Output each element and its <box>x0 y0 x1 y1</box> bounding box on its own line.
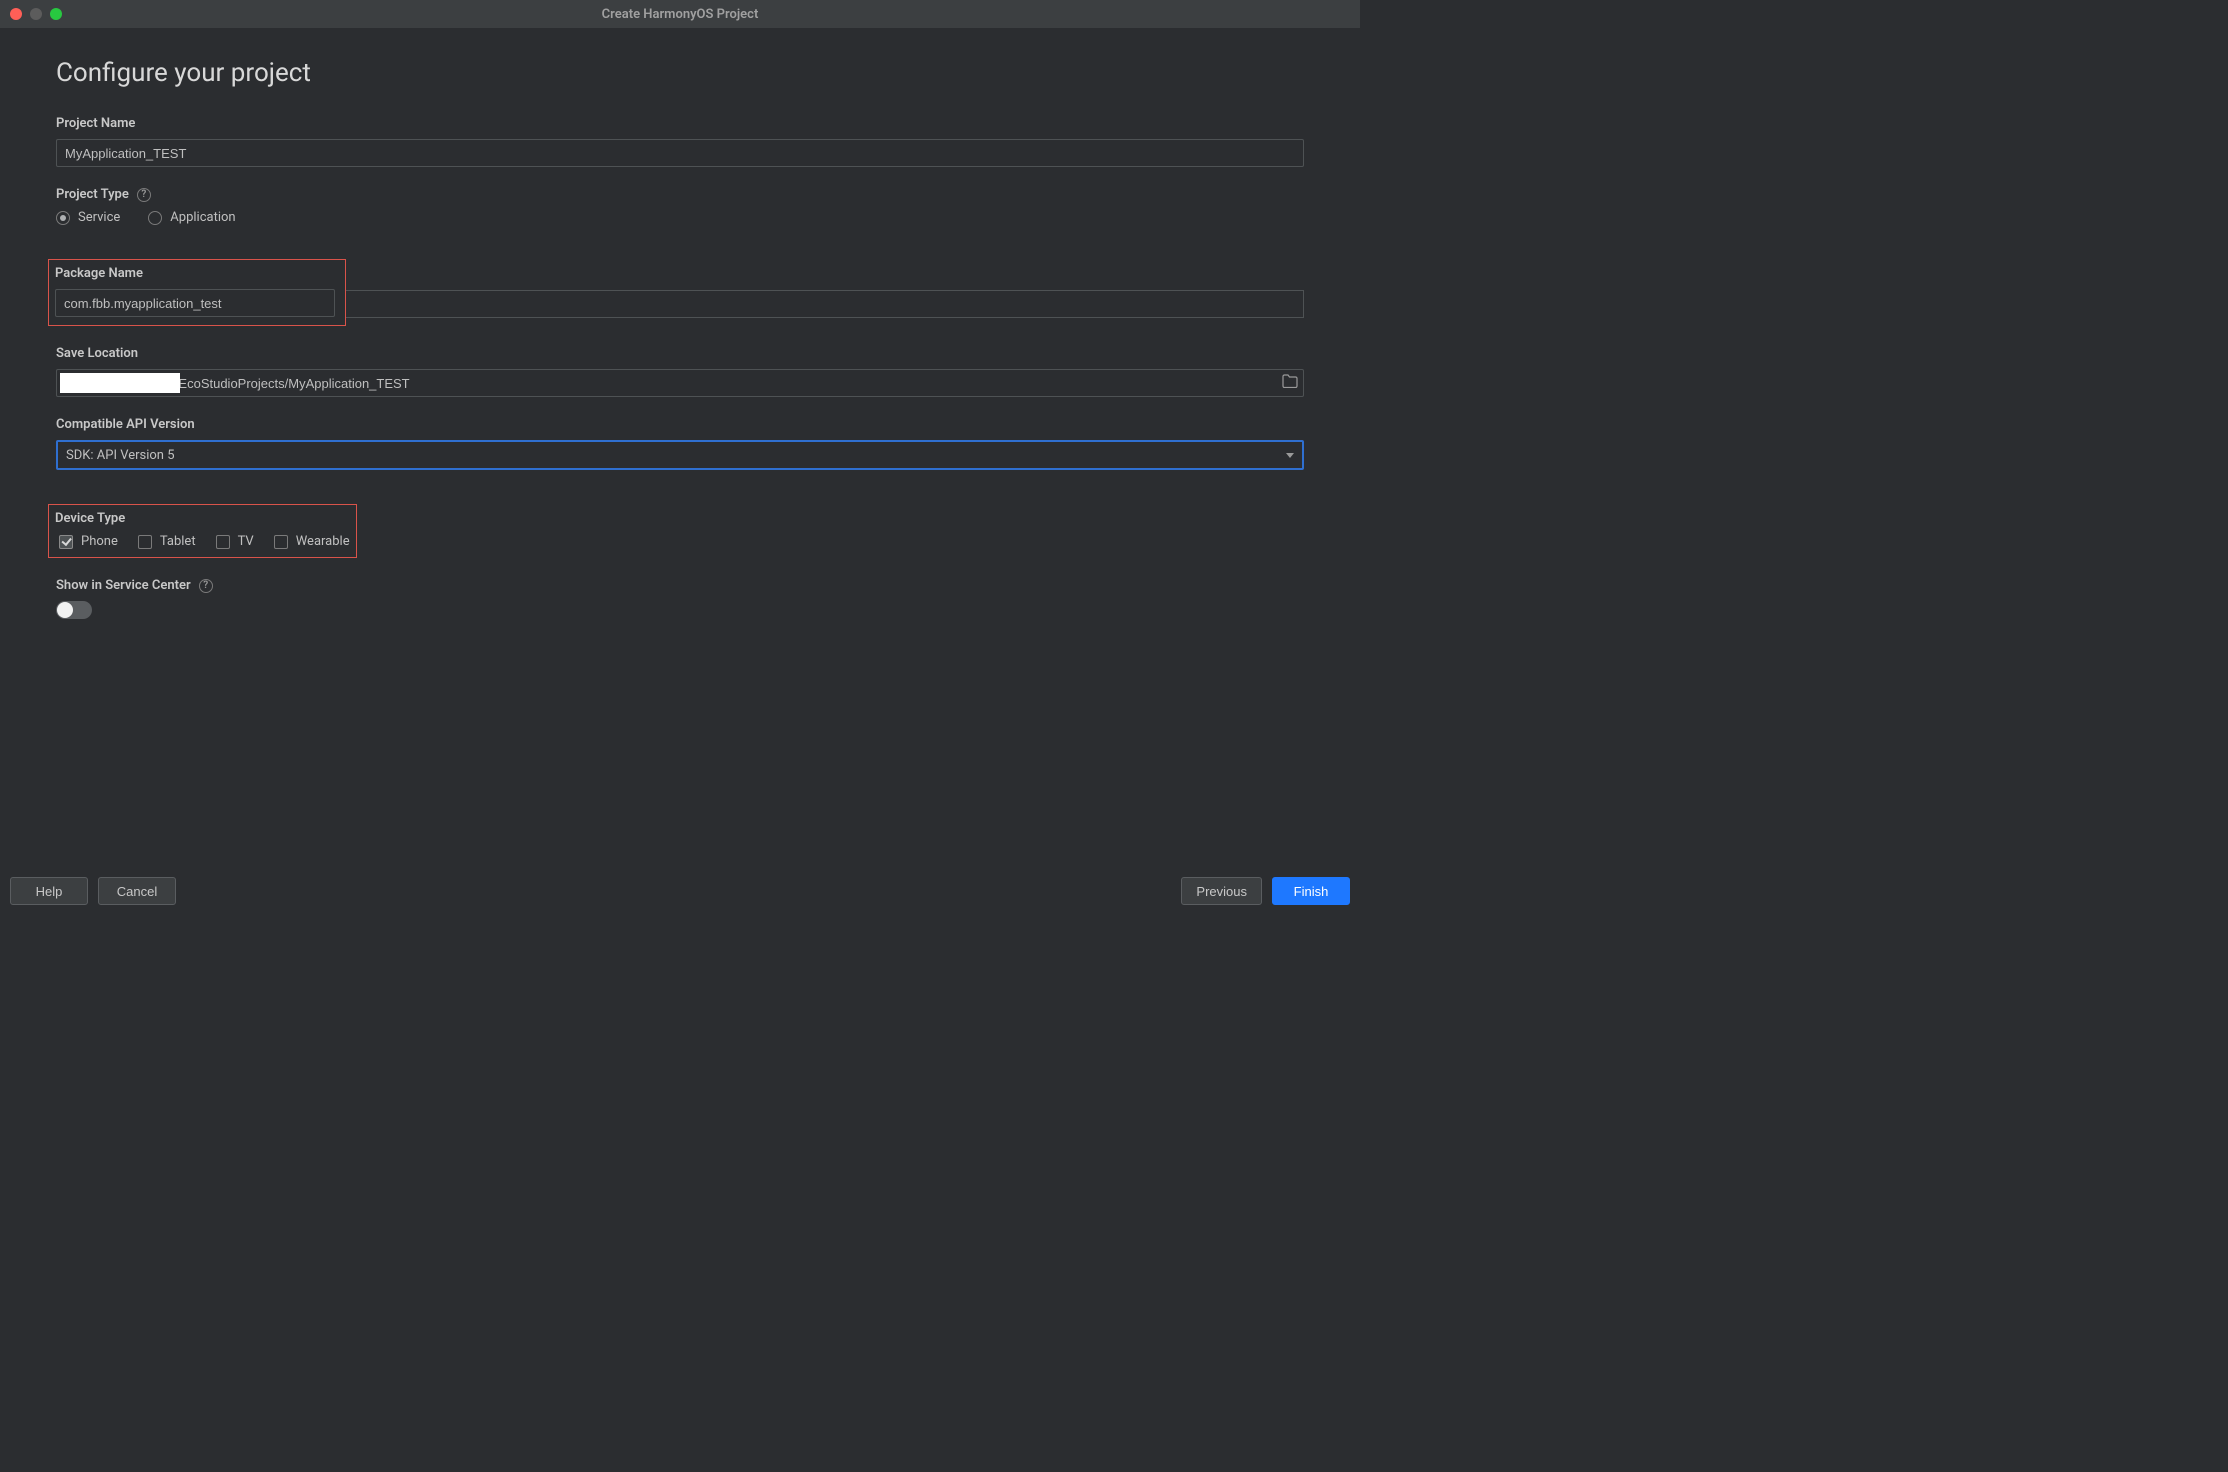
checkbox-wearable-label: Wearable <box>296 534 350 549</box>
device-type-options: Phone Tablet TV Wearable <box>55 534 350 549</box>
window-title: Create HarmonyOS Project <box>0 7 1360 22</box>
help-icon[interactable]: ? <box>199 579 213 593</box>
dialog-content: Configure your project Project Name Proj… <box>0 28 1360 872</box>
page-title: Configure your project <box>56 58 1304 88</box>
checkbox-tv-label: TV <box>238 534 254 549</box>
radio-dot-icon <box>56 211 70 225</box>
checkbox-icon <box>138 535 152 549</box>
checkbox-icon <box>274 535 288 549</box>
project-type-field: Project Type ? Service Application <box>56 187 1304 225</box>
minimize-window-button[interactable] <box>30 8 42 20</box>
radio-service[interactable]: Service <box>56 210 120 225</box>
save-location-field: Save Location <box>56 346 1304 397</box>
checkbox-tablet[interactable]: Tablet <box>138 534 196 549</box>
save-location-input-wrap <box>56 369 1304 397</box>
checkbox-phone[interactable]: Phone <box>59 534 118 549</box>
save-location-input[interactable] <box>56 369 1304 397</box>
api-version-selected: SDK: API Version 5 <box>66 448 175 463</box>
checkbox-tv[interactable]: TV <box>216 534 254 549</box>
package-name-input-trail[interactable] <box>346 290 1304 318</box>
api-version-dropdown[interactable]: SDK: API Version 5 <box>56 440 1304 470</box>
device-type-label: Device Type <box>55 511 350 526</box>
maximize-window-button[interactable] <box>50 8 62 20</box>
project-type-options: Service Application <box>56 210 1304 225</box>
finish-button[interactable]: Finish <box>1272 877 1350 905</box>
api-version-field: Compatible API Version SDK: API Version … <box>56 417 1304 470</box>
project-type-label-text: Project Type <box>56 187 129 202</box>
help-button[interactable]: Help <box>10 877 88 905</box>
package-name-highlight: Package Name <box>48 259 346 326</box>
radio-application-label: Application <box>170 210 235 225</box>
project-type-label: Project Type ? <box>56 187 1304 202</box>
previous-button[interactable]: Previous <box>1181 877 1262 905</box>
checkbox-icon <box>59 535 73 549</box>
help-icon[interactable]: ? <box>137 188 151 202</box>
package-name-label: Package Name <box>55 266 339 281</box>
device-type-field: Device Type Phone Tablet TV <box>56 504 1304 558</box>
window-controls <box>10 8 62 20</box>
checkbox-wearable[interactable]: Wearable <box>274 534 350 549</box>
project-name-input[interactable] <box>56 139 1304 167</box>
titlebar: Create HarmonyOS Project <box>0 0 1360 28</box>
save-location-label: Save Location <box>56 346 1304 361</box>
cancel-button[interactable]: Cancel <box>98 877 176 905</box>
checkbox-icon <box>216 535 230 549</box>
radio-application[interactable]: Application <box>148 210 235 225</box>
footer-left: Help Cancel <box>10 877 176 905</box>
project-name-label: Project Name <box>56 116 1304 131</box>
service-center-label: Show in Service Center ? <box>56 578 1304 593</box>
api-version-label: Compatible API Version <box>56 417 1304 432</box>
checkbox-phone-label: Phone <box>81 534 118 549</box>
radio-service-label: Service <box>78 210 120 225</box>
package-name-input[interactable] <box>55 289 335 317</box>
radio-dot-icon <box>148 211 162 225</box>
service-center-field: Show in Service Center ? <box>56 578 1304 619</box>
service-center-label-text: Show in Service Center <box>56 578 191 593</box>
redaction-mask <box>60 373 180 393</box>
chevron-down-icon <box>1286 453 1294 458</box>
device-type-highlight: Device Type Phone Tablet TV <box>48 504 357 558</box>
folder-icon[interactable] <box>1282 374 1298 392</box>
project-name-field: Project Name <box>56 116 1304 167</box>
footer-right: Previous Finish <box>1181 877 1350 905</box>
dialog-window: Create HarmonyOS Project Configure your … <box>0 0 1360 920</box>
package-name-field: Package Name <box>56 259 1304 326</box>
checkbox-tablet-label: Tablet <box>160 534 196 549</box>
dialog-footer: Help Cancel Previous Finish <box>0 872 1360 920</box>
close-window-button[interactable] <box>10 8 22 20</box>
service-center-toggle[interactable] <box>56 601 92 619</box>
